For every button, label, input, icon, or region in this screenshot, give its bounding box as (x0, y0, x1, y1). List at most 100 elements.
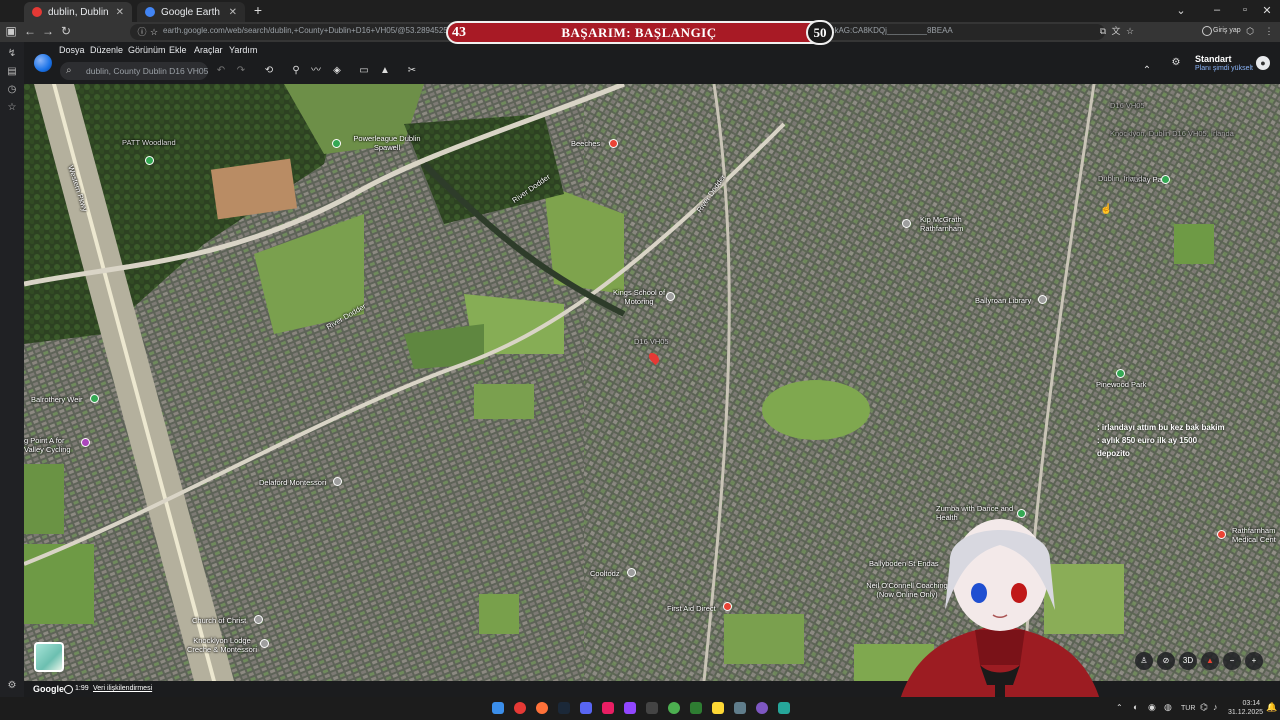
undo-icon[interactable]: ↶ (214, 64, 228, 78)
sidebar-history-icon[interactable]: ↯ (6, 48, 18, 60)
music-app-icon[interactable] (602, 702, 614, 714)
map-pin-icon[interactable] (260, 639, 269, 648)
google-earth-logo-icon[interactable] (34, 54, 52, 72)
firefox-icon[interactable] (536, 702, 548, 714)
search-result-address[interactable]: Knocklyon, Dublin D16 VH05, İrlanda (1110, 129, 1234, 138)
language-indicator[interactable]: TUR (1181, 705, 1195, 712)
sidebar-settings-icon[interactable]: ⚙ (6, 680, 18, 692)
map-pin-icon[interactable] (333, 477, 342, 486)
browser-tab-google-earth[interactable]: Google Earth ✕ (137, 2, 245, 22)
forward-icon[interactable]: → (41, 24, 55, 38)
opera-icon[interactable] (514, 702, 526, 714)
map-pin-icon[interactable] (1161, 175, 1170, 184)
profile-icon[interactable] (1202, 26, 1212, 36)
image-overlay-icon[interactable]: ▲ (378, 64, 392, 78)
sidebar-toggle-icon[interactable]: ▣ (4, 24, 18, 38)
map-pin-icon[interactable] (902, 219, 911, 228)
pegman-icon[interactable]: ♙ (1135, 652, 1153, 670)
map-pin-icon[interactable] (90, 394, 99, 403)
search-icon[interactable]: ⌕ (66, 65, 72, 76)
account-avatar-icon[interactable]: ● (1256, 56, 1270, 70)
layers-icon[interactable]: ◈ (330, 64, 344, 78)
sign-in-label[interactable]: Giriş yap (1213, 27, 1241, 34)
notification-bell-icon[interactable]: 🔔 (1266, 702, 1277, 713)
discord-icon[interactable] (580, 702, 592, 714)
menu-file[interactable]: Dosya (59, 45, 85, 55)
compass-icon[interactable]: ▲ (1201, 652, 1219, 670)
data-attribution-link[interactable]: Veri ilişkilendirmesi (93, 685, 152, 692)
twitch-icon[interactable] (624, 702, 636, 714)
close-tab-icon[interactable]: ✕ (116, 7, 124, 18)
excel-icon[interactable] (690, 702, 702, 714)
minimize-icon[interactable]: – (1209, 4, 1225, 16)
browser-menu-icon[interactable]: ⋮ (1262, 24, 1276, 38)
tray-app-icon[interactable]: ◉ (1148, 702, 1156, 713)
history-icon[interactable]: ⟲ (262, 64, 276, 78)
collapse-chevron-icon[interactable]: ⌃ (1140, 64, 1154, 78)
tray-chevron-icon[interactable]: ⌃ (1116, 703, 1123, 712)
zoom-out-icon[interactable]: − (1223, 652, 1241, 670)
close-window-icon[interactable]: ✕ (1259, 4, 1275, 17)
map-pin-icon[interactable] (1116, 369, 1125, 378)
star-outline-icon[interactable]: ☆ (147, 25, 161, 39)
clock-date[interactable]: 31.12.2025 (1228, 709, 1263, 716)
tools-icon[interactable]: ✂ (405, 64, 419, 78)
map-pin-icon[interactable] (254, 615, 263, 624)
zoom-in-icon[interactable]: + (1245, 652, 1263, 670)
reload-icon[interactable]: ↻ (59, 24, 73, 38)
measure-ruler-icon[interactable]: ▭ (357, 64, 371, 78)
tray-app-icon[interactable]: ◐ (1133, 702, 1138, 712)
url-text[interactable]: earth.google.com/web/search/dublin,+Coun… (163, 26, 463, 35)
explorer-icon[interactable] (712, 702, 724, 714)
map-pin-icon[interactable] (723, 602, 732, 611)
close-tab-icon[interactable]: ✕ (229, 7, 237, 18)
hide-layer-icon[interactable]: ⊘ (1157, 652, 1175, 670)
windows-start-icon[interactable] (492, 702, 504, 714)
path-icon[interactable]: 〰 (309, 64, 323, 78)
redo-icon[interactable]: ↷ (234, 64, 248, 78)
restore-icon[interactable]: ▫ (1237, 4, 1253, 16)
settings-gear-icon[interactable]: ⚙ (1169, 56, 1183, 70)
chrome-icon[interactable] (668, 702, 680, 714)
map-style-thumbnail[interactable] (34, 642, 64, 672)
clock-time[interactable]: 03:14 (1228, 700, 1260, 707)
volume-icon[interactable]: ♪ (1213, 702, 1218, 712)
sidebar-clock-icon[interactable]: ◷ (6, 84, 18, 96)
menu-tools[interactable]: Araçlar (194, 45, 223, 55)
menu-help[interactable]: Yardım (229, 45, 257, 55)
search-input[interactable]: dublin, County Dublin D16 VH05 (86, 66, 208, 76)
menu-edit[interactable]: Düzenle (90, 45, 123, 55)
back-icon[interactable]: ← (23, 24, 37, 38)
map-pin-icon[interactable] (1217, 530, 1226, 539)
steam-icon[interactable] (558, 702, 570, 714)
vtube-icon[interactable] (778, 702, 790, 714)
tray-app-icon[interactable]: ◍ (1164, 702, 1172, 713)
map-pin-icon[interactable] (609, 139, 618, 148)
new-tab-icon[interactable]: + (251, 3, 265, 17)
map-pin-icon[interactable] (1038, 295, 1047, 304)
obs-icon[interactable] (756, 702, 768, 714)
browser-tab-apartment[interactable]: dublin, Dublin D16 VH05 Apart ✕ (24, 2, 132, 22)
search-result-city[interactable]: Dublin, İrlanda (1098, 174, 1146, 183)
bookmark-star-icon[interactable]: ☆ (1123, 24, 1137, 38)
extensions-icon[interactable]: ⬡ (1243, 24, 1257, 38)
map-pin-icon[interactable] (332, 139, 341, 148)
sidebar-favorites-icon[interactable]: ☆ (6, 102, 18, 114)
map-pin-icon[interactable] (81, 438, 90, 447)
menu-view[interactable]: Görünüm (128, 45, 166, 55)
sidebar-collections-icon[interactable]: ▤ (6, 66, 18, 78)
plan-upgrade-link[interactable]: Planı şimdi yükselt (1195, 65, 1253, 72)
placemark-icon[interactable]: ⚲ (289, 64, 303, 78)
translate-icon[interactable]: 文 (1109, 24, 1123, 38)
menu-add[interactable]: Ekle (169, 45, 187, 55)
tab-search-icon[interactable]: ⌄ (1173, 4, 1189, 17)
network-icon[interactable]: ⌬ (1200, 702, 1208, 713)
map-pin-icon[interactable] (666, 292, 675, 301)
install-app-icon[interactable]: ⧉ (1096, 24, 1110, 38)
app-icon[interactable] (646, 702, 658, 714)
map-pin-icon[interactable] (627, 568, 636, 577)
3d-toggle[interactable]: 3D (1179, 652, 1197, 670)
search-result-title[interactable]: D16 VH05 (1110, 101, 1145, 110)
map-pin-icon[interactable] (145, 156, 154, 165)
app-icon[interactable] (734, 702, 746, 714)
